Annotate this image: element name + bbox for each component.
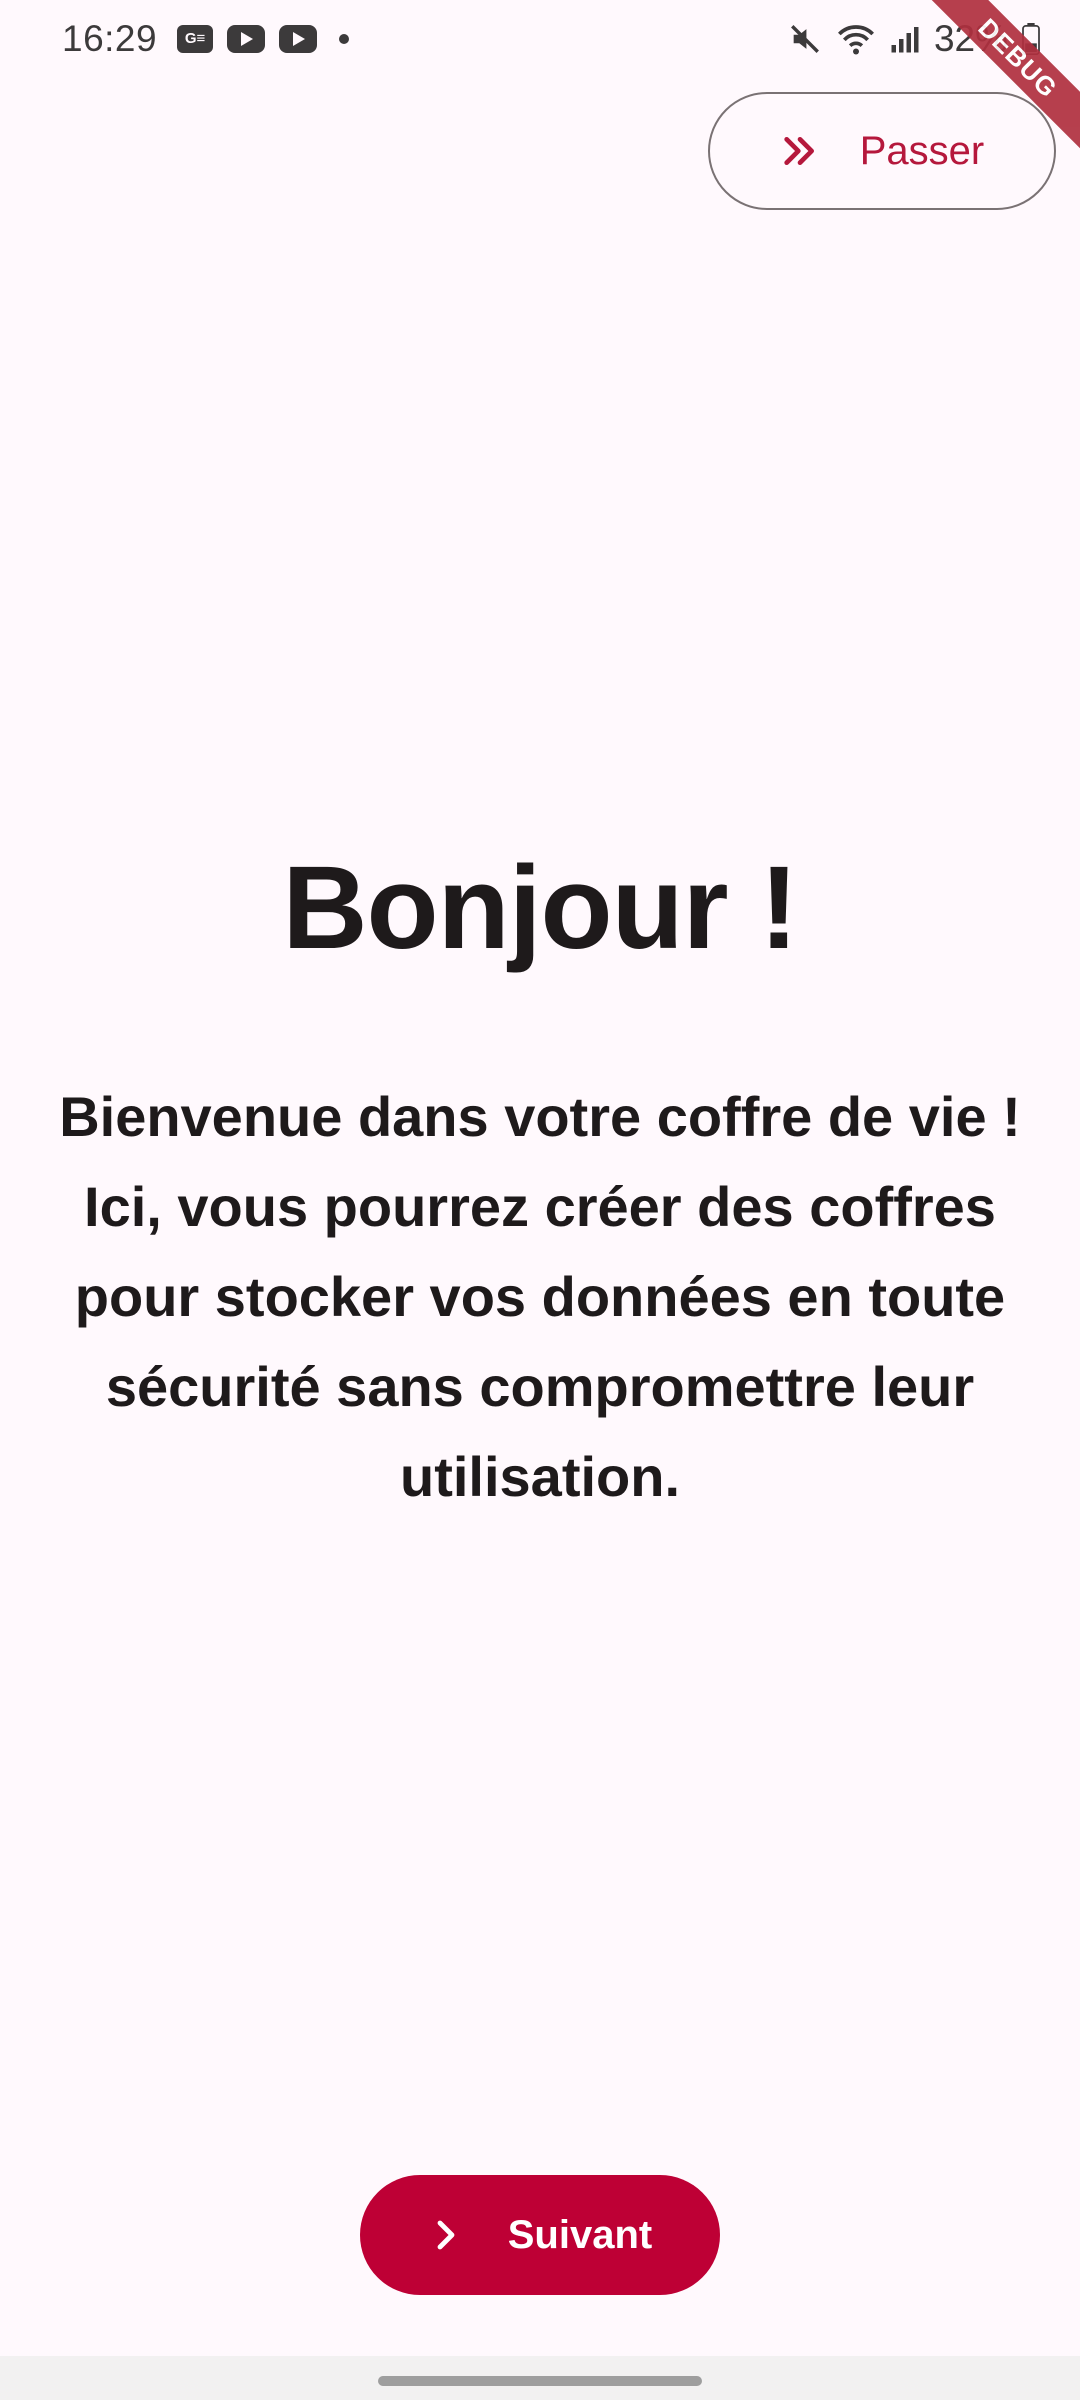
page-title: Bonjour ! [282,842,798,974]
double-chevron-right-icon [780,131,820,171]
next-button[interactable]: Suivant [360,2175,720,2295]
skip-button[interactable]: Passer [708,92,1056,210]
welcome-description: Bienvenue dans votre coffre de vie ! Ici… [59,1085,1021,1508]
navigation-bar [0,2356,1080,2400]
youtube-icon [227,25,266,53]
status-time: 16:29 [62,18,158,59]
next-button-label: Suivant [507,2212,653,2257]
status-bar: 16:29 G≡ [0,0,1080,78]
chevron-right-icon [428,2217,464,2253]
status-bar-left: 16:29 G≡ [62,18,350,60]
home-indicator[interactable] [378,2376,702,2386]
mute-icon [788,22,822,56]
dot-icon [339,34,350,44]
signal-icon [890,24,920,54]
wifi-icon [836,22,876,56]
skip-button-label: Passer [859,128,985,173]
youtube-icon [279,25,318,53]
onboarding-screen: 16:29 G≡ DEBUG Passer Bonjour ! Bienvenu… [0,0,1080,2400]
news-icon: G≡ [177,25,214,53]
